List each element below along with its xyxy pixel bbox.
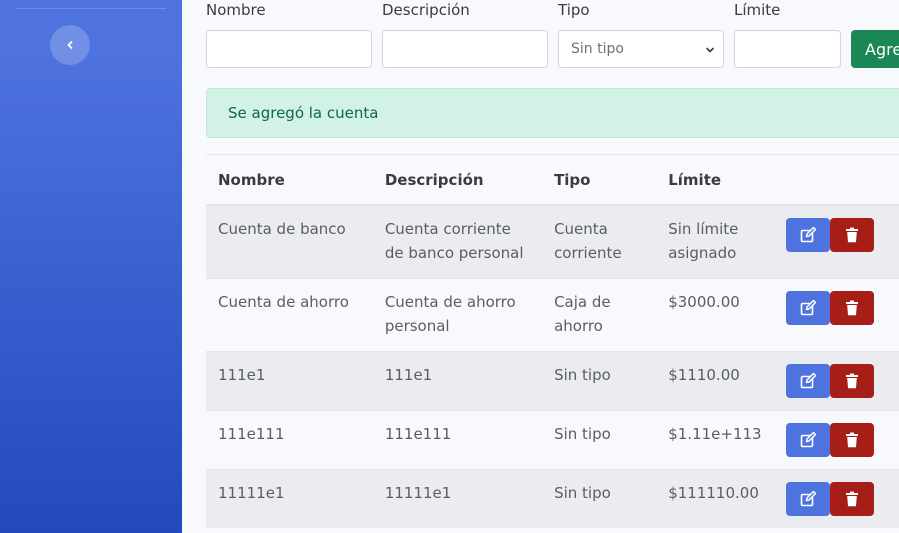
- delete-button[interactable]: [829, 363, 874, 398]
- edit-button[interactable]: [785, 363, 830, 398]
- nombre-label: Nombre: [206, 1, 266, 19]
- table-row: Cuenta de ahorro Cuenta de ahorro person…: [206, 277, 899, 351]
- chevron-left-icon: [67, 41, 73, 49]
- cell-tipo: Caja de ahorro: [542, 277, 657, 351]
- delete-button[interactable]: [829, 290, 874, 325]
- cell-nombre: 111e111: [206, 409, 373, 469]
- table-row: 11111e1 11111e1 Sin tipo $111110.00: [206, 468, 899, 528]
- edit-icon: [800, 299, 816, 315]
- cell-descripcion: Cuenta de ahorro personal: [372, 277, 543, 351]
- tipo-select[interactable]: Sin tipo: [558, 30, 724, 68]
- edit-button[interactable]: [785, 290, 830, 325]
- sidebar: [0, 0, 182, 533]
- delete-button[interactable]: [829, 481, 874, 516]
- descripcion-label: Descripción: [382, 1, 470, 19]
- cell-descripcion: Cuenta corriente de banco personal: [372, 204, 543, 278]
- edit-icon: [800, 431, 816, 447]
- header-descripcion: Descripción: [372, 154, 543, 206]
- limite-input[interactable]: [734, 30, 841, 68]
- cell-tipo: Sin tipo: [542, 350, 657, 410]
- table-row: 111e1 111e1 Sin tipo $1110.00: [206, 350, 899, 410]
- cell-actions: [773, 409, 899, 469]
- chevron-down-icon: [706, 47, 714, 53]
- cell-limite: $1.11e+113: [656, 409, 774, 469]
- cell-descripcion: 111e111: [372, 409, 543, 469]
- cell-nombre: 11111e1: [206, 468, 373, 528]
- alert-message: Se agregó la cuenta: [228, 104, 379, 122]
- table-row: 111e111 111e111 Sin tipo $1.11e+113: [206, 409, 899, 469]
- cell-nombre: Cuenta de banco: [206, 204, 373, 278]
- header-limite: Límite: [656, 154, 774, 206]
- edit-button[interactable]: [785, 481, 830, 516]
- delete-button[interactable]: [829, 422, 874, 457]
- tipo-label: Tipo: [558, 1, 590, 19]
- edit-icon: [800, 226, 816, 243]
- cell-tipo: Sin tipo: [542, 409, 657, 469]
- header-actions: [773, 154, 899, 206]
- cell-nombre: 111e1: [206, 350, 373, 410]
- success-alert: Se agregó la cuenta: [206, 88, 899, 138]
- cell-limite: $1110.00: [656, 350, 774, 410]
- header-nombre: Nombre: [206, 154, 373, 206]
- sidebar-divider: [16, 8, 166, 9]
- cell-tipo: Cuenta corriente: [542, 204, 657, 278]
- trash-icon: [845, 432, 858, 447]
- accounts-table: Nombre Descripción Tipo Límite Cuenta de…: [206, 154, 899, 528]
- trash-icon: [845, 300, 858, 315]
- edit-icon: [800, 490, 816, 506]
- trash-icon: [845, 373, 858, 388]
- edit-button[interactable]: [785, 422, 830, 457]
- main-content: Nombre Descripción Tipo Límite Sin tipo …: [182, 0, 899, 533]
- tipo-select-value: Sin tipo: [571, 41, 624, 57]
- cell-limite: $111110.00: [656, 468, 774, 528]
- trash-icon: [845, 491, 858, 506]
- table-row: Cuenta de banco Cuenta corriente de banc…: [206, 204, 899, 278]
- table-header-row: Nombre Descripción Tipo Límite: [206, 154, 899, 206]
- cell-actions: [773, 277, 899, 351]
- cell-tipo: Sin tipo: [542, 468, 657, 528]
- cell-descripcion: 11111e1: [372, 468, 543, 528]
- edit-icon: [800, 372, 816, 388]
- delete-button[interactable]: [829, 218, 874, 252]
- descripcion-input[interactable]: [382, 30, 548, 68]
- sidebar-toggle-button[interactable]: [50, 25, 90, 65]
- cell-actions: [773, 468, 899, 528]
- cell-descripcion: 111e1: [372, 350, 543, 410]
- nombre-input[interactable]: [206, 30, 372, 68]
- edit-button[interactable]: [785, 218, 830, 252]
- limite-label: Límite: [734, 1, 781, 19]
- header-tipo: Tipo: [542, 154, 657, 206]
- cell-limite: $3000.00: [656, 277, 774, 351]
- cell-actions: [773, 204, 899, 278]
- add-account-button[interactable]: Agregar: [851, 30, 899, 68]
- trash-icon: [845, 227, 858, 243]
- cell-actions: [773, 350, 899, 410]
- cell-limite: Sin límite asignado: [656, 204, 774, 278]
- cell-nombre: Cuenta de ahorro: [206, 277, 373, 351]
